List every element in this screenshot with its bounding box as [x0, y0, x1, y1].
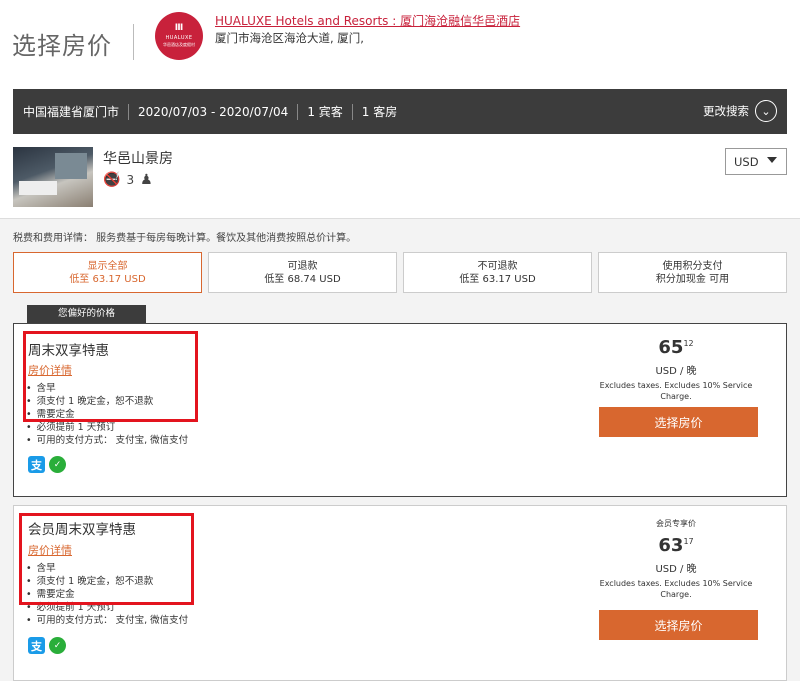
filter-tab-label: 显示全部: [87, 261, 128, 272]
header-divider: [133, 24, 134, 60]
filter-tab-sub: 低至 63.17 USD: [69, 274, 146, 285]
price-main: 65: [658, 337, 684, 358]
filter-tab-sub: 低至 63.17 USD: [459, 274, 536, 285]
hotel-name-link[interactable]: HUALUXE Hotels and Resorts : 厦门海沧融信华邑酒店: [215, 12, 520, 29]
filter-tab-points[interactable]: 使用积分支付 积分加现金 可用: [598, 252, 787, 293]
room-photo-bed: [19, 181, 57, 195]
filter-tab-label: 使用积分支付: [662, 261, 723, 272]
filter-tab-refundable[interactable]: 可退款 低至 68.74 USD: [208, 252, 397, 293]
logo-mark: Ⅲ: [174, 23, 184, 33]
alipay-icon: 支: [28, 637, 45, 654]
member-price-tag: 会员专享价: [656, 519, 696, 528]
wechat-pay-icon: ✓: [49, 637, 66, 654]
preferred-rate-label: 您偏好的价格: [27, 305, 146, 323]
filter-tab-nonrefundable[interactable]: 不可退款 低至 63.17 USD: [403, 252, 592, 293]
filter-tab-label: 不可退款: [477, 261, 518, 272]
price-amount: 6512: [596, 337, 756, 358]
price-cents: 17: [683, 537, 694, 546]
search-location: 中国福建省厦门市: [13, 103, 130, 120]
hotel-logo: Ⅲ HUALUXE 华邑酒店及度假村: [155, 12, 203, 60]
currency-value: USD: [734, 154, 759, 169]
select-rate-button[interactable]: 选择房价: [599, 407, 758, 437]
alipay-icon: 支: [28, 456, 45, 473]
price-cents: 12: [683, 339, 694, 348]
page-title: 选择房价: [12, 32, 112, 60]
room-occupancy: 3: [126, 173, 135, 187]
search-summary-bar: 中国福建省厦门市 2020/07/03 - 2020/07/04 1 宾客 1 …: [13, 89, 787, 134]
hotel-address: 厦门市海沧区海沧大道, 厦门,: [215, 31, 364, 45]
rate-price: 6512 USD / 晚 Excludes taxes. Excludes 10…: [596, 337, 756, 402]
select-rate-button[interactable]: 选择房价: [599, 610, 758, 640]
price-note: Excludes taxes. Excludes 10% Service Cha…: [599, 381, 753, 401]
price-unit: USD / 晚: [655, 564, 697, 575]
price-amount: 6317: [596, 535, 756, 556]
filter-tab-all[interactable]: 显示全部 低至 63.17 USD: [13, 252, 202, 293]
search-rooms: 1 客房: [361, 104, 398, 119]
search-dates: 2020/07/03 - 2020/07/04: [129, 103, 299, 120]
list-item: 必须提前 1 天预订: [26, 421, 188, 434]
modify-search-label: 更改搜索: [703, 104, 749, 118]
tax-note: 税费和费用详情： 服务费基于每房每晚计算。餐饮及其他消费按照总价计算。: [13, 233, 357, 244]
filter-tab-sub: 积分加现金 可用: [655, 274, 730, 285]
list-item: 可用的支付方式： 支付宝, 微信支付: [26, 614, 189, 627]
rate-price: 会员专享价 6317 USD / 晚 Excludes taxes. Exclu…: [596, 518, 756, 600]
payment-icons: 支 ✓: [28, 456, 66, 473]
room-name: 华邑山景房: [103, 151, 173, 167]
caret-down-icon: [767, 157, 777, 163]
price-main: 63: [658, 535, 684, 556]
wechat-pay-icon: ✓: [49, 456, 66, 473]
filter-tab-sub: 低至 68.74 USD: [264, 274, 341, 285]
price-unit: USD / 晚: [655, 366, 697, 377]
logo-text: HUALUXE: [165, 35, 193, 41]
currency-select[interactable]: USD: [725, 148, 787, 175]
filter-tab-label: 可退款: [287, 261, 318, 272]
room-photo-window: [55, 153, 87, 179]
room-features: 🚭 3 ♟: [103, 172, 153, 188]
modify-search-button[interactable]: 更改搜索 ⌄: [703, 100, 777, 122]
list-item: 可用的支付方式： 支付宝, 微信支付: [26, 434, 189, 447]
highlight-box: [23, 331, 198, 422]
room-photo[interactable]: [13, 147, 93, 207]
highlight-box: [19, 513, 194, 605]
logo-sub: 华邑酒店及度假村: [163, 42, 195, 47]
no-smoking-icon: 🚭: [103, 172, 121, 188]
guest-icon: ♟: [140, 172, 153, 188]
payment-icons: 支 ✓: [28, 637, 66, 654]
search-guests: 1 宾客: [298, 103, 353, 120]
price-note: Excludes taxes. Excludes 10% Service Cha…: [599, 579, 753, 599]
chevron-down-icon: ⌄: [755, 100, 777, 122]
